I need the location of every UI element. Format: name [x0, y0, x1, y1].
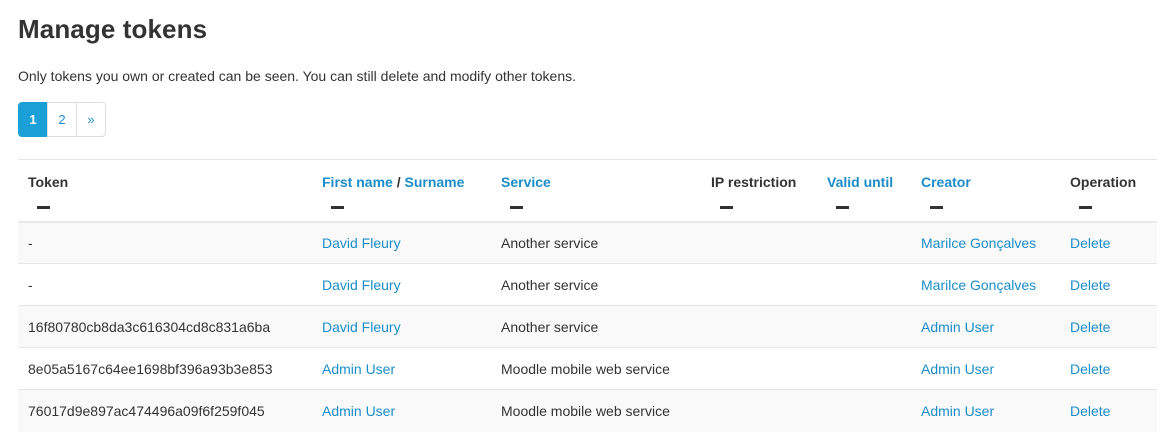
- header-user: First name / Surname: [312, 159, 491, 223]
- user-cell: David Fleury: [312, 305, 491, 348]
- table-row: - David Fleury Another service Marilce G…: [18, 263, 1157, 306]
- user-cell: Admin User: [312, 347, 491, 390]
- user-cell: David Fleury: [312, 263, 491, 306]
- user-link[interactable]: David Fleury: [322, 319, 401, 335]
- service-cell: Another service: [491, 221, 701, 264]
- valid-cell: [817, 347, 911, 390]
- collapse-column-icon[interactable]: [510, 206, 523, 209]
- user-cell: Admin User: [312, 389, 491, 432]
- user-link[interactable]: David Fleury: [322, 277, 401, 293]
- table-row: 76017d9e897ac474496a09f6f259f045 Admin U…: [18, 389, 1157, 432]
- token-cell: -: [18, 263, 312, 306]
- creator-link[interactable]: Marilce Gonçalves: [921, 277, 1036, 293]
- delete-link[interactable]: Delete: [1070, 235, 1110, 251]
- ip-cell: [701, 221, 817, 264]
- delete-link[interactable]: Delete: [1070, 403, 1110, 419]
- operation-cell: Delete: [1060, 221, 1157, 264]
- collapse-column-icon[interactable]: [1079, 206, 1092, 209]
- creator-link[interactable]: Admin User: [921, 403, 994, 419]
- delete-link[interactable]: Delete: [1070, 277, 1110, 293]
- token-cell: 76017d9e897ac474496a09f6f259f045: [18, 389, 312, 432]
- table-row: 8e05a5167c64ee1698bf396a93b3e853 Admin U…: [18, 347, 1157, 390]
- header-service: Service: [491, 159, 701, 223]
- next-page-link[interactable]: »: [76, 102, 106, 137]
- header-ip-label: IP restriction: [711, 174, 797, 190]
- ip-cell: [701, 347, 817, 390]
- user-link[interactable]: David Fleury: [322, 235, 401, 251]
- service-cell: Another service: [491, 305, 701, 348]
- service-cell: Moodle mobile web service: [491, 389, 701, 432]
- sort-first-name-link[interactable]: First name: [322, 174, 393, 190]
- intro-text: Only tokens you own or created can be se…: [18, 68, 577, 84]
- creator-cell: Marilce Gonçalves: [911, 221, 1060, 264]
- header-valid-until: Valid until: [817, 159, 911, 223]
- name-separator: /: [392, 174, 405, 190]
- token-cell: 16f80780cb8da3c616304cd8c831a6ba: [18, 305, 312, 348]
- ip-cell: [701, 389, 817, 432]
- sort-service-link[interactable]: Service: [501, 174, 551, 190]
- creator-link[interactable]: Admin User: [921, 361, 994, 377]
- collapse-column-icon[interactable]: [37, 206, 50, 209]
- user-link[interactable]: Admin User: [322, 361, 395, 377]
- table-row: - David Fleury Another service Marilce G…: [18, 221, 1157, 264]
- valid-cell: [817, 305, 911, 348]
- operation-cell: Delete: [1060, 347, 1157, 390]
- valid-cell: [817, 389, 911, 432]
- pagination: 1 2 »: [18, 102, 106, 137]
- page-2-link[interactable]: 2: [47, 102, 77, 137]
- operation-cell: Delete: [1060, 389, 1157, 432]
- operation-cell: Delete: [1060, 263, 1157, 306]
- creator-link[interactable]: Admin User: [921, 319, 994, 335]
- header-operation-label: Operation: [1070, 174, 1137, 190]
- user-link[interactable]: Admin User: [322, 403, 395, 419]
- creator-cell: Admin User: [911, 305, 1060, 348]
- creator-cell: Admin User: [911, 389, 1060, 432]
- creator-link[interactable]: Marilce Gonçalves: [921, 235, 1036, 251]
- table-row: 16f80780cb8da3c616304cd8c831a6ba David F…: [18, 305, 1157, 348]
- header-creator: Creator: [911, 159, 1060, 223]
- ip-cell: [701, 305, 817, 348]
- sort-creator-link[interactable]: Creator: [921, 174, 971, 190]
- collapse-column-icon[interactable]: [720, 206, 733, 209]
- page-1-link[interactable]: 1: [18, 102, 48, 137]
- collapse-column-icon[interactable]: [836, 206, 849, 209]
- sort-surname-link[interactable]: Surname: [404, 174, 464, 190]
- delete-link[interactable]: Delete: [1070, 319, 1110, 335]
- collapse-column-icon[interactable]: [930, 206, 943, 209]
- header-ip-restriction: IP restriction: [701, 159, 817, 223]
- table-header-row: Token First name / Surname Service IP re…: [18, 159, 1157, 223]
- page-title: Manage tokens: [18, 14, 208, 44]
- user-cell: David Fleury: [312, 221, 491, 264]
- header-token-label: Token: [28, 174, 69, 190]
- valid-cell: [817, 263, 911, 306]
- delete-link[interactable]: Delete: [1070, 361, 1110, 377]
- creator-cell: Marilce Gonçalves: [911, 263, 1060, 306]
- ip-cell: [701, 263, 817, 306]
- header-token: Token: [18, 159, 312, 223]
- creator-cell: Admin User: [911, 347, 1060, 390]
- valid-cell: [817, 221, 911, 264]
- service-cell: Moodle mobile web service: [491, 347, 701, 390]
- operation-cell: Delete: [1060, 305, 1157, 348]
- token-cell: 8e05a5167c64ee1698bf396a93b3e853: [18, 347, 312, 390]
- collapse-column-icon[interactable]: [331, 206, 344, 209]
- service-cell: Another service: [491, 263, 701, 306]
- tokens-table: Token First name / Surname Service IP re…: [18, 159, 1157, 432]
- token-cell: -: [18, 221, 312, 264]
- sort-valid-until-link[interactable]: Valid until: [827, 174, 893, 190]
- header-operation: Operation: [1060, 159, 1157, 223]
